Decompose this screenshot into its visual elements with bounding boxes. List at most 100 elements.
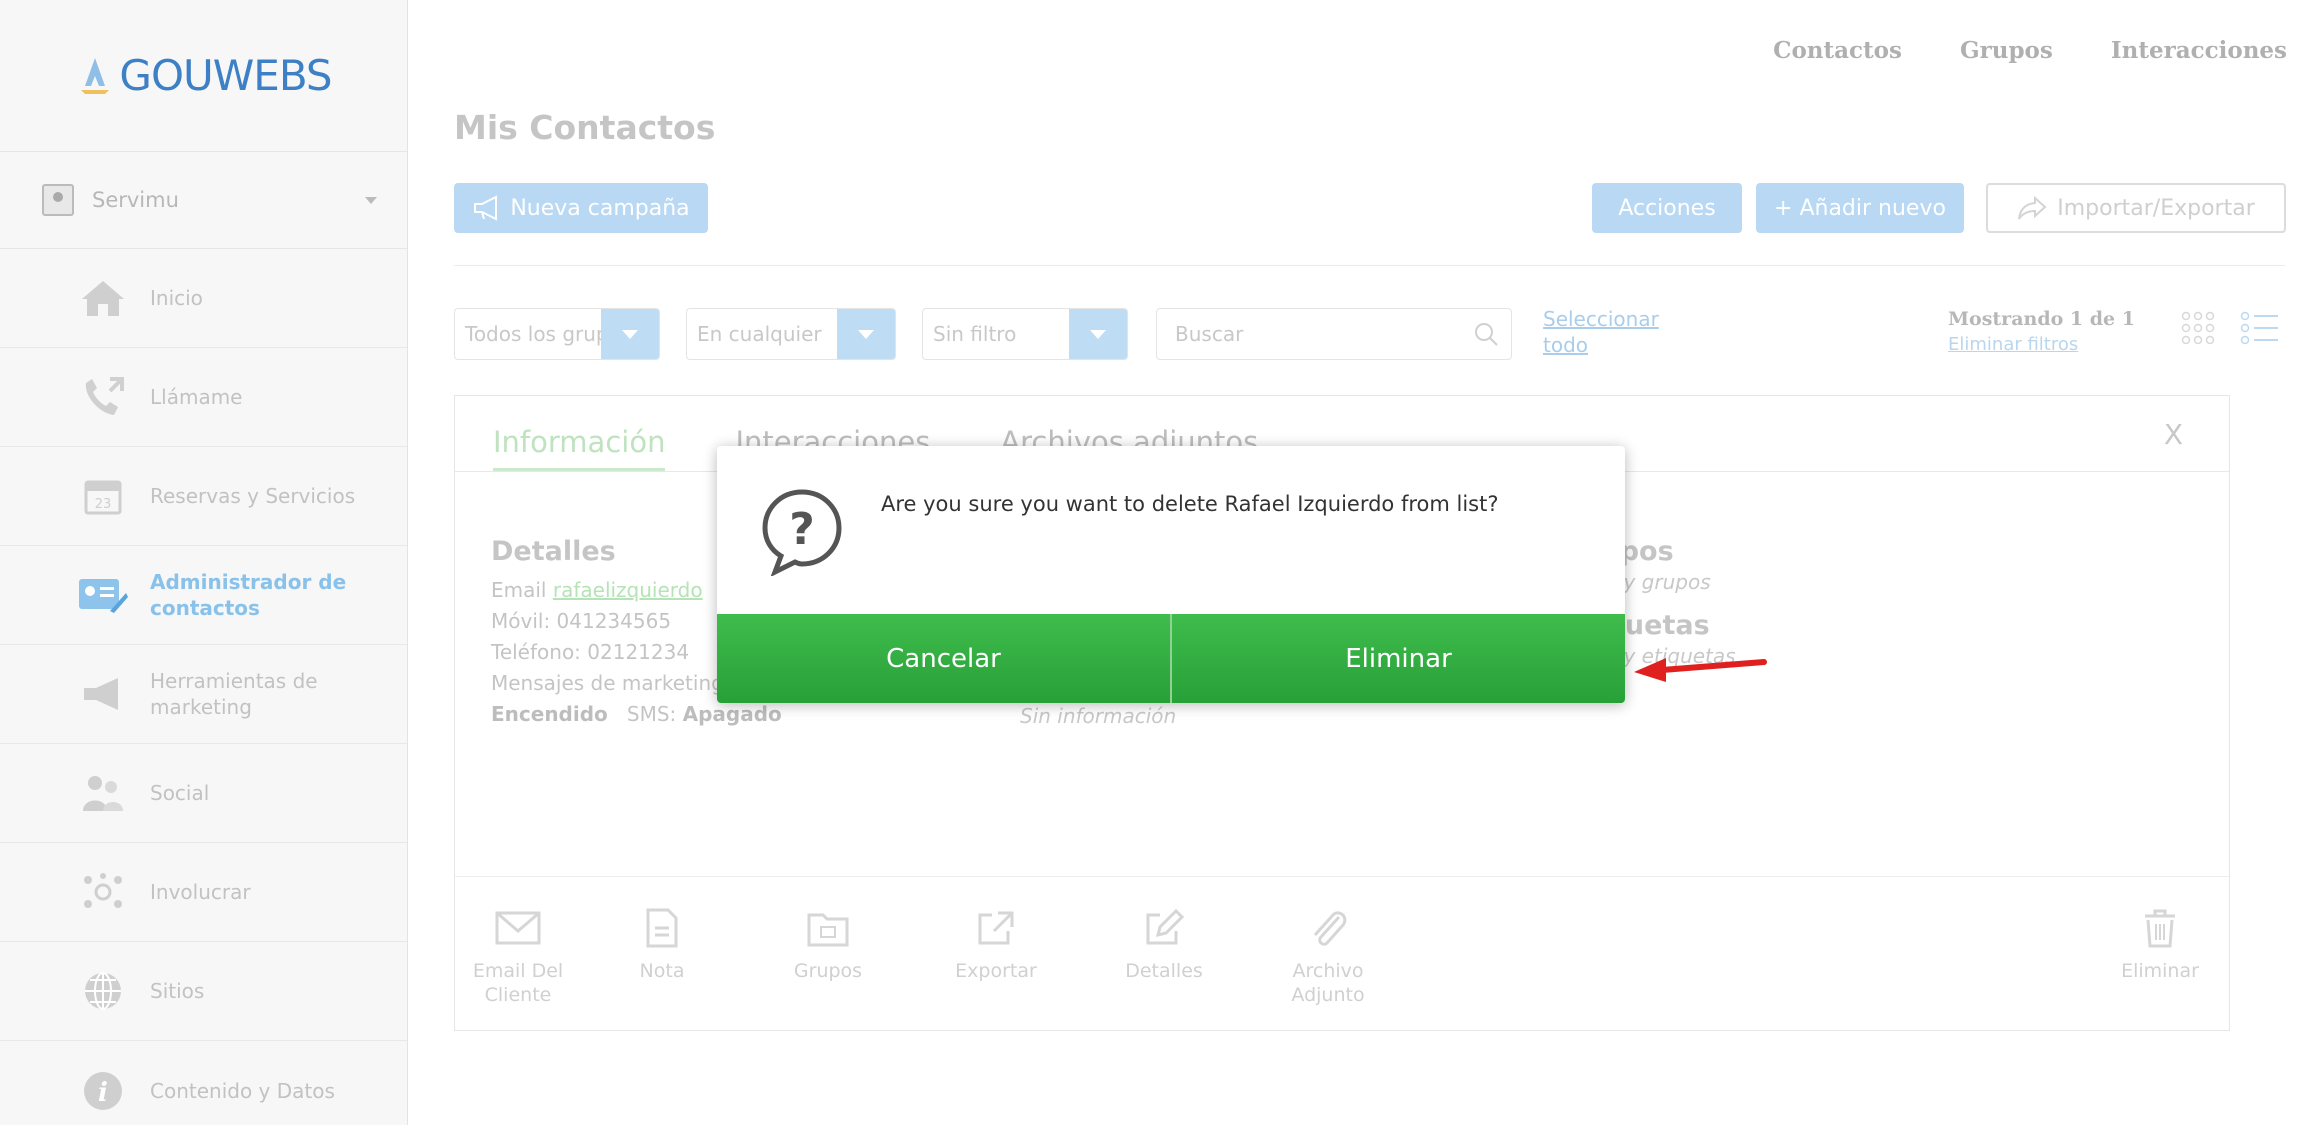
time-filter-value: En cualquier xyxy=(697,322,822,346)
dropdown-toggle[interactable] xyxy=(1069,309,1127,359)
caret-down-icon xyxy=(622,329,638,339)
sidebar: GOUWEBS Servimu Inicio Llámame 23 Reserv… xyxy=(0,0,408,1125)
type-filter-select[interactable]: Sin filtro xyxy=(922,308,1128,360)
top-navigation: Contactos Grupos Interacciones xyxy=(1773,0,2287,100)
confirm-message: Are you sure you want to delete Rafael I… xyxy=(881,492,1499,516)
rocket-logo-icon xyxy=(81,57,110,94)
close-card-button[interactable]: X xyxy=(2164,418,2183,451)
sidebar-item-social[interactable]: Social xyxy=(0,744,407,843)
sms-label: SMS: xyxy=(626,702,677,726)
action-label: Nota xyxy=(639,960,685,982)
dropdown-toggle[interactable] xyxy=(837,309,895,359)
new-campaign-label: Nueva campaña xyxy=(510,195,690,221)
sidebar-item-marketing[interactable]: Herramientas de marketing xyxy=(0,645,407,744)
action-label: Eliminar xyxy=(2121,960,2199,982)
new-campaign-button[interactable]: Nueva campaña xyxy=(454,183,708,233)
envelope-icon xyxy=(463,901,573,955)
globe-icon xyxy=(78,966,128,1016)
sidebar-item-label: Reservas y Servicios xyxy=(150,484,356,508)
import-export-button[interactable]: Importar/Exportar xyxy=(1986,183,2286,233)
marketing-state-row: Encendido SMS: Apagado xyxy=(491,699,910,730)
trash-icon xyxy=(2105,901,2215,955)
select-all-link[interactable]: Seleccionar todo xyxy=(1543,306,1693,358)
share-icon xyxy=(2018,195,2047,220)
email-client-action[interactable]: Email Del Cliente xyxy=(463,901,573,1007)
sms-state: Apagado xyxy=(682,702,782,726)
caret-down-icon xyxy=(1090,329,1106,339)
calendar-icon: 23 xyxy=(78,471,128,521)
search-placeholder: Buscar xyxy=(1175,322,1244,346)
groups-action[interactable]: Grupos xyxy=(773,901,883,983)
sidebar-item-contactos[interactable]: Administrador de contactos xyxy=(0,546,407,645)
attachment-action[interactable]: Archivo Adjunto xyxy=(1273,901,1383,1007)
note-action[interactable]: Nota xyxy=(607,901,717,983)
action-label: Archivo Adjunto xyxy=(1291,960,1365,1006)
sidebar-item-label: Inicio xyxy=(150,286,203,310)
sidebar-item-contenido[interactable]: i Contenido y Datos xyxy=(0,1041,407,1125)
svg-text:i: i xyxy=(98,1078,108,1108)
topnav-interacciones[interactable]: Interacciones xyxy=(2111,37,2287,64)
action-label: Exportar xyxy=(955,960,1037,982)
groups-filter-select[interactable]: Todos los grupos xyxy=(454,308,660,360)
sidebar-item-inicio[interactable]: Inicio xyxy=(0,249,407,348)
megaphone-icon xyxy=(78,669,128,719)
export-action[interactable]: Exportar xyxy=(941,901,1051,983)
tab-informacion[interactable]: Información xyxy=(493,425,666,471)
export-icon xyxy=(941,901,1051,955)
logo[interactable]: GOUWEBS xyxy=(0,0,407,152)
svg-text:?: ? xyxy=(789,504,815,555)
folder-icon xyxy=(773,901,883,955)
divider xyxy=(454,265,2285,266)
email-label: Email xyxy=(491,578,547,602)
sidebar-item-involucrar[interactable]: Involucrar xyxy=(0,843,407,942)
details-action[interactable]: Detalles xyxy=(1109,901,1219,983)
search-icon[interactable] xyxy=(1461,321,1511,347)
contact-card-icon xyxy=(78,570,128,620)
confirm-delete-dialog: ? Are you sure you want to delete Rafael… xyxy=(717,446,1625,703)
question-icon: ? xyxy=(762,489,842,576)
account-name: Servimu xyxy=(92,188,179,212)
sidebar-item-label: Involucrar xyxy=(150,880,251,904)
cancel-button[interactable]: Cancelar xyxy=(717,614,1170,703)
grid-view-icon[interactable] xyxy=(2180,310,2216,346)
no-info-text: Sin información xyxy=(1020,704,1177,728)
time-filter-select[interactable]: En cualquier xyxy=(686,308,896,360)
svg-text:23: 23 xyxy=(95,497,112,512)
topnav-grupos[interactable]: Grupos xyxy=(1960,37,2053,64)
page-title: Mis Contactos xyxy=(454,108,716,147)
email-link[interactable]: rafaelizquierdo xyxy=(553,578,703,602)
chevron-down-icon xyxy=(365,196,377,204)
network-icon xyxy=(78,867,128,917)
paperclip-icon xyxy=(1273,901,1383,955)
card-actions-bar: Email Del Cliente Nota Grupos Exportar D… xyxy=(455,876,2229,1032)
edit-icon xyxy=(1109,901,1219,955)
sidebar-item-label: Llámame xyxy=(150,385,243,409)
actions-button[interactable]: Acciones xyxy=(1592,183,1742,233)
search-input[interactable]: Buscar xyxy=(1156,308,1512,360)
type-filter-value: Sin filtro xyxy=(933,322,1017,346)
confirm-delete-button[interactable]: Eliminar xyxy=(1170,614,1625,703)
caret-down-icon xyxy=(858,329,874,339)
action-label: Grupos xyxy=(793,960,863,982)
sidebar-item-llamame[interactable]: Llámame xyxy=(0,348,407,447)
sidebar-item-label: Administrador de contactos xyxy=(150,570,347,620)
clear-filters-link[interactable]: Eliminar filtros xyxy=(1948,332,2135,358)
import-export-label: Importar/Exportar xyxy=(2057,195,2255,221)
delete-action[interactable]: Eliminar xyxy=(2105,901,2215,983)
dropdown-toggle[interactable] xyxy=(601,309,659,359)
showing-text: Mostrando 1 de 1 xyxy=(1948,308,2135,330)
sidebar-item-label: Herramientas de marketing xyxy=(150,669,318,719)
home-icon xyxy=(78,273,128,323)
list-view-icon[interactable] xyxy=(2240,310,2280,346)
topnav-contactos[interactable]: Contactos xyxy=(1773,37,1902,64)
sidebar-item-sitios[interactable]: Sitios xyxy=(0,942,407,1041)
action-label: Detalles xyxy=(1125,960,1203,982)
account-selector[interactable]: Servimu xyxy=(0,152,407,249)
sidebar-item-reservas[interactable]: 23 Reservas y Servicios xyxy=(0,447,407,546)
megaphone-icon xyxy=(474,195,498,221)
note-icon xyxy=(607,901,717,955)
info-icon: i xyxy=(78,1066,128,1116)
red-arrow-annotation xyxy=(1634,658,1767,682)
add-new-button[interactable]: + Añadir nuevo xyxy=(1756,183,1964,233)
phone-callback-icon xyxy=(78,372,128,422)
